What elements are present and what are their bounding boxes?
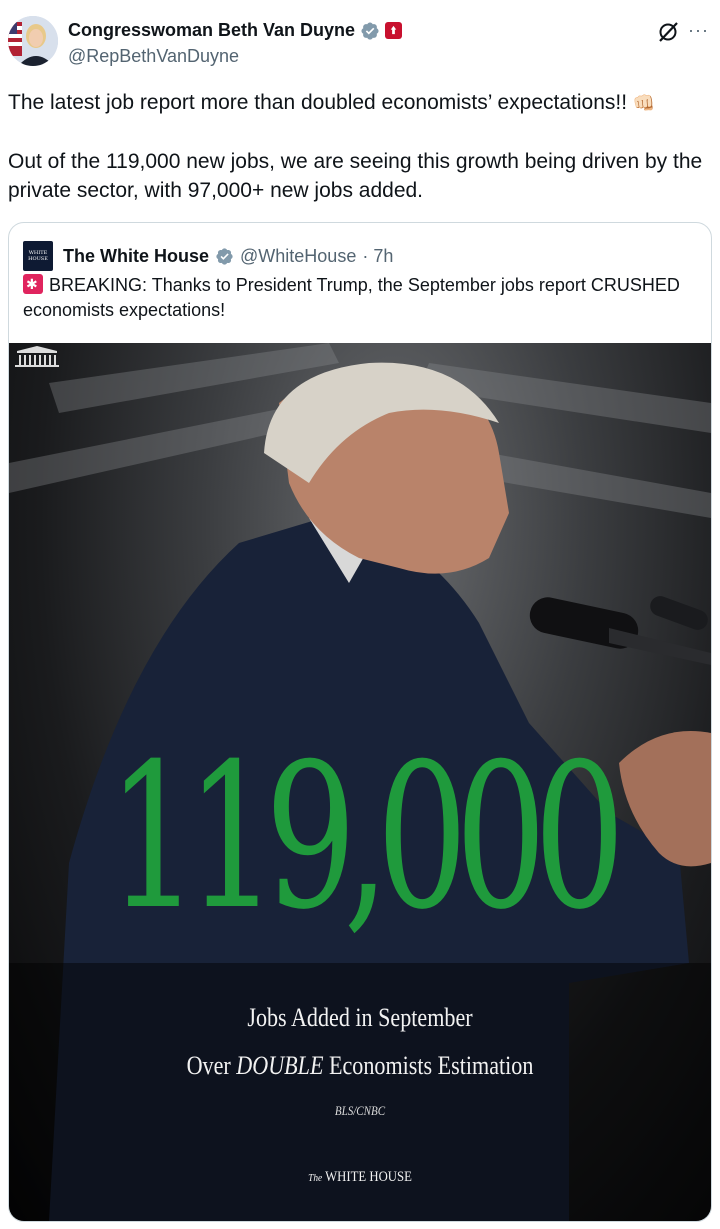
more-options-icon[interactable]: ··· xyxy=(688,20,712,44)
media-caption-emphasis: DOUBLE xyxy=(236,1051,324,1080)
jobs-added-number: 119,000 xyxy=(107,721,626,954)
verified-badge-icon xyxy=(361,21,379,40)
author-display-name[interactable]: Congresswoman Beth Van Duyne xyxy=(68,20,355,41)
author-handle[interactable]: @RepBethVanDuyne xyxy=(68,46,239,67)
quoted-text-body: BREAKING: Thanks to President Trump, the… xyxy=(23,275,680,320)
media-footer-logo-text: The WHITE HOUSE xyxy=(308,1169,412,1185)
tweet-paragraph-2: Out of the 119,000 new jobs, we are seei… xyxy=(8,150,703,202)
white-house-building-icon xyxy=(15,346,59,367)
tweet-header: Congresswoman Beth Van Duyne @RepBethVan… xyxy=(8,16,712,72)
grok-icon[interactable] xyxy=(656,20,680,44)
media-source: BLS/CNBC xyxy=(334,1103,386,1118)
tweet-body: The latest job report more than doubled … xyxy=(8,88,708,234)
quoted-timestamp[interactable]: · 7h xyxy=(362,246,393,267)
tweet-paragraph-1: The latest job report more than doubled … xyxy=(8,91,628,114)
fist-emoji-icon: 👊🏻 xyxy=(632,93,656,113)
white-house-logo[interactable]: WHITE HOUSE xyxy=(23,241,53,271)
verified-badge-icon xyxy=(216,247,233,265)
quoted-handle[interactable]: @WhiteHouse xyxy=(240,246,356,267)
quoted-text: BREAKING: Thanks to President Trump, the… xyxy=(23,273,693,323)
media-caption-line1: Jobs Added in September xyxy=(247,1003,473,1032)
siren-emoji-icon xyxy=(23,274,43,294)
quoted-tweet-card[interactable]: WHITE HOUSE The White House @WhiteHouse … xyxy=(8,222,712,1222)
quoted-display-name[interactable]: The White House xyxy=(63,246,209,267)
media-caption-line2: Over DOUBLE Economists Estimation xyxy=(186,1051,534,1080)
quoted-media-image[interactable]: 119,000 Jobs Added in September Over DOU… xyxy=(9,343,711,1221)
author-avatar[interactable] xyxy=(8,16,58,66)
house-affiliation-badge-icon[interactable] xyxy=(385,22,403,39)
